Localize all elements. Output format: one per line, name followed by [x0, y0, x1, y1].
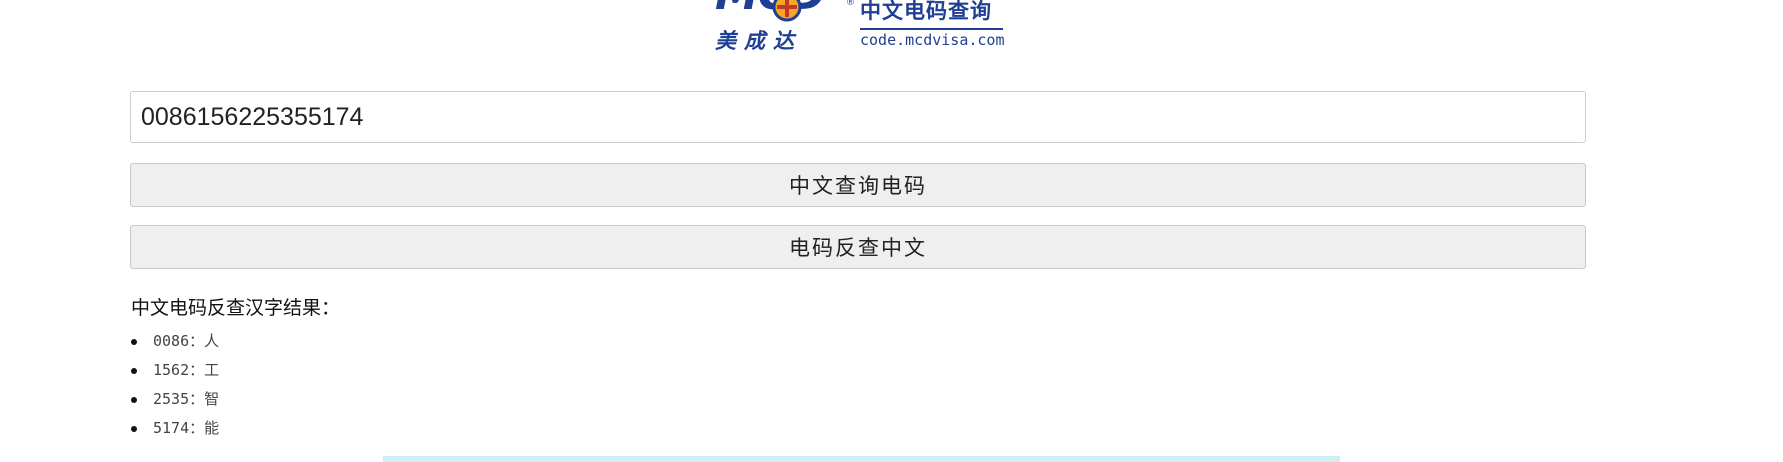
bullet-icon	[131, 397, 137, 403]
logo-divider	[860, 28, 1003, 30]
chinese-to-code-button[interactable]: 中文查询电码	[130, 163, 1586, 207]
code-input[interactable]	[130, 91, 1586, 143]
result-separator: ：	[189, 419, 205, 437]
logo-mcd-text: MCD	[715, 0, 826, 17]
logo-mark: MCD	[715, 0, 845, 32]
result-code: 5174	[153, 419, 190, 437]
result-separator: ：	[189, 361, 205, 379]
result-item: 0086：人	[130, 327, 219, 356]
result-item: 2535：智	[130, 385, 219, 414]
result-char: 能	[204, 419, 220, 437]
result-separator: ：	[189, 332, 205, 350]
result-item: 1562：工	[130, 356, 219, 385]
result-item: 5174：能	[130, 414, 219, 443]
result-list: 0086：人 1562：工 2535：智 5174：能	[130, 327, 219, 443]
logo-slogan: 中文电码查询	[860, 0, 992, 23]
logo-company-name: 美成达	[715, 29, 802, 53]
bullet-icon	[131, 368, 137, 374]
registered-mark: ®	[846, 0, 855, 8]
result-title: 中文电码反查汉字结果：	[131, 297, 341, 319]
result-char: 人	[204, 332, 220, 350]
ad-banner-edge	[383, 456, 1340, 462]
bullet-icon	[131, 426, 137, 432]
code-to-chinese-button[interactable]: 电码反查中文	[130, 225, 1586, 269]
result-separator: ：	[189, 390, 205, 408]
logo-cross-emblem	[772, 0, 802, 22]
result-code: 1562	[153, 361, 190, 379]
result-char: 工	[204, 361, 220, 379]
result-char: 智	[204, 390, 220, 408]
logo-url: code.mcdvisa.com	[860, 31, 1005, 49]
result-code: 0086	[153, 332, 190, 350]
site-logo[interactable]: MCD ® 美成达 中文电码查询 code.mcdvisa.com	[715, 0, 1015, 56]
result-code: 2535	[153, 390, 190, 408]
bullet-icon	[131, 339, 137, 345]
